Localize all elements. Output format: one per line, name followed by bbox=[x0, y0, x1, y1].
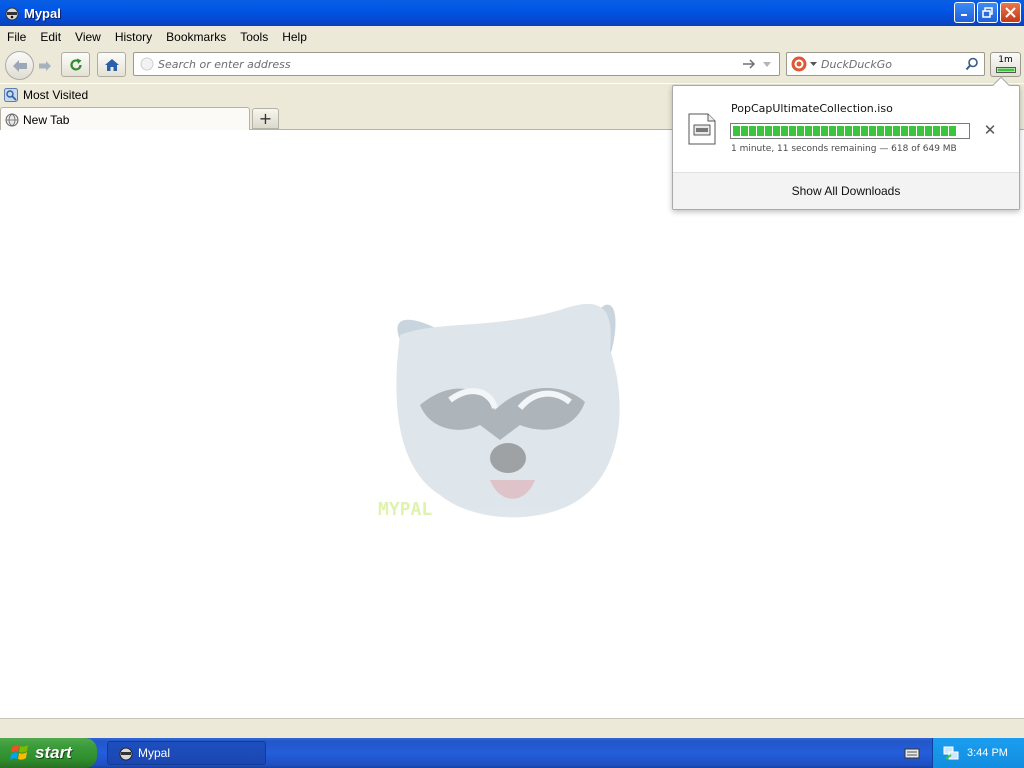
bookmark-most-visited[interactable]: Most Visited bbox=[4, 88, 88, 102]
page-content: MYPAL bbox=[0, 130, 1024, 718]
download-status: 1 minute, 11 seconds remaining — 618 of … bbox=[731, 144, 957, 154]
menu-bookmarks[interactable]: Bookmarks bbox=[160, 30, 232, 44]
raccoon-icon bbox=[5, 7, 19, 21]
windows-flag-icon bbox=[10, 745, 28, 760]
download-filename[interactable]: PopCapUltimateCollection.iso bbox=[731, 102, 893, 115]
address-input[interactable] bbox=[158, 56, 728, 72]
downloads-panel: PopCapUltimateCollection.iso 1 minute, 1… bbox=[672, 76, 1020, 210]
window-controls bbox=[954, 2, 1021, 23]
iso-file-icon bbox=[688, 113, 716, 145]
system-tray: 3:44 PM bbox=[932, 738, 1024, 768]
search-bar[interactable] bbox=[786, 52, 985, 76]
home-icon bbox=[104, 58, 119, 71]
reload-button[interactable] bbox=[61, 52, 90, 77]
download-progress-fill bbox=[733, 126, 956, 136]
menu-tools[interactable]: Tools bbox=[234, 30, 274, 44]
start-button[interactable]: start bbox=[0, 738, 97, 768]
new-tab-button[interactable]: + bbox=[252, 108, 279, 129]
show-all-downloads-button[interactable]: Show All Downloads bbox=[673, 172, 1019, 209]
restore-button[interactable] bbox=[977, 2, 998, 23]
menu-history[interactable]: History bbox=[109, 30, 158, 44]
minimize-button[interactable] bbox=[954, 2, 975, 23]
menu-help[interactable]: Help bbox=[276, 30, 313, 44]
page-identity-icon bbox=[140, 57, 154, 71]
address-bar[interactable] bbox=[133, 52, 780, 76]
network-icon[interactable] bbox=[943, 745, 959, 761]
raccoon-icon bbox=[119, 747, 133, 761]
menu-edit[interactable]: Edit bbox=[34, 30, 67, 44]
taskbar-item-mypal[interactable]: Mypal bbox=[107, 741, 266, 765]
tab-label: New Tab bbox=[23, 112, 70, 127]
minimize-icon bbox=[961, 14, 967, 16]
cancel-download-button[interactable]: ✕ bbox=[981, 121, 999, 139]
forward-arrow-icon bbox=[39, 61, 51, 71]
taskbar-item-label: Mypal bbox=[138, 746, 171, 760]
raccoon-mascot-logo: MYPAL bbox=[378, 303, 620, 520]
menu-view[interactable]: View bbox=[69, 30, 107, 44]
downloads-button[interactable]: 1m bbox=[990, 52, 1021, 77]
menu-file[interactable]: File bbox=[1, 30, 32, 44]
chevron-down-icon bbox=[810, 62, 817, 66]
back-button[interactable] bbox=[5, 51, 34, 80]
close-button[interactable] bbox=[1000, 2, 1021, 23]
downloads-icon bbox=[995, 67, 1016, 73]
restore-icon bbox=[982, 7, 993, 18]
forward-button[interactable] bbox=[34, 55, 56, 77]
back-arrow-icon bbox=[12, 59, 27, 72]
downloads-badge: 1m bbox=[998, 55, 1013, 65]
most-visited-icon bbox=[4, 88, 18, 102]
title-bar: Mypal bbox=[0, 0, 1024, 26]
keyboard-icon[interactable] bbox=[904, 745, 920, 761]
show-all-downloads-label: Show All Downloads bbox=[791, 184, 901, 198]
logo-watermark-text: MYPAL bbox=[378, 499, 432, 520]
home-button[interactable] bbox=[97, 52, 126, 77]
status-bar bbox=[0, 718, 1024, 738]
download-progress-bar bbox=[730, 123, 970, 139]
menu-bar: File Edit View History Bookmarks Tools H… bbox=[0, 26, 1024, 47]
close-icon bbox=[1005, 7, 1016, 18]
reload-icon bbox=[69, 58, 82, 71]
plus-icon: + bbox=[258, 109, 273, 128]
search-input[interactable] bbox=[821, 56, 961, 72]
start-label: start bbox=[35, 743, 72, 762]
magnifier-icon[interactable] bbox=[965, 57, 979, 71]
close-icon: ✕ bbox=[983, 121, 997, 139]
navigation-toolbar: 1m bbox=[0, 47, 1024, 83]
duckduckgo-icon[interactable] bbox=[791, 56, 807, 72]
window-title: Mypal bbox=[24, 5, 61, 21]
go-arrow-icon[interactable] bbox=[742, 58, 756, 70]
taskbar: start Mypal 3:44 PM bbox=[0, 738, 1024, 768]
globe-icon bbox=[5, 113, 19, 126]
bookmark-label: Most Visited bbox=[23, 88, 89, 102]
tab-new-tab[interactable]: New Tab bbox=[0, 107, 250, 131]
dropdown-arrow-icon[interactable] bbox=[762, 61, 772, 68]
clock[interactable]: 3:44 PM bbox=[967, 747, 1008, 759]
